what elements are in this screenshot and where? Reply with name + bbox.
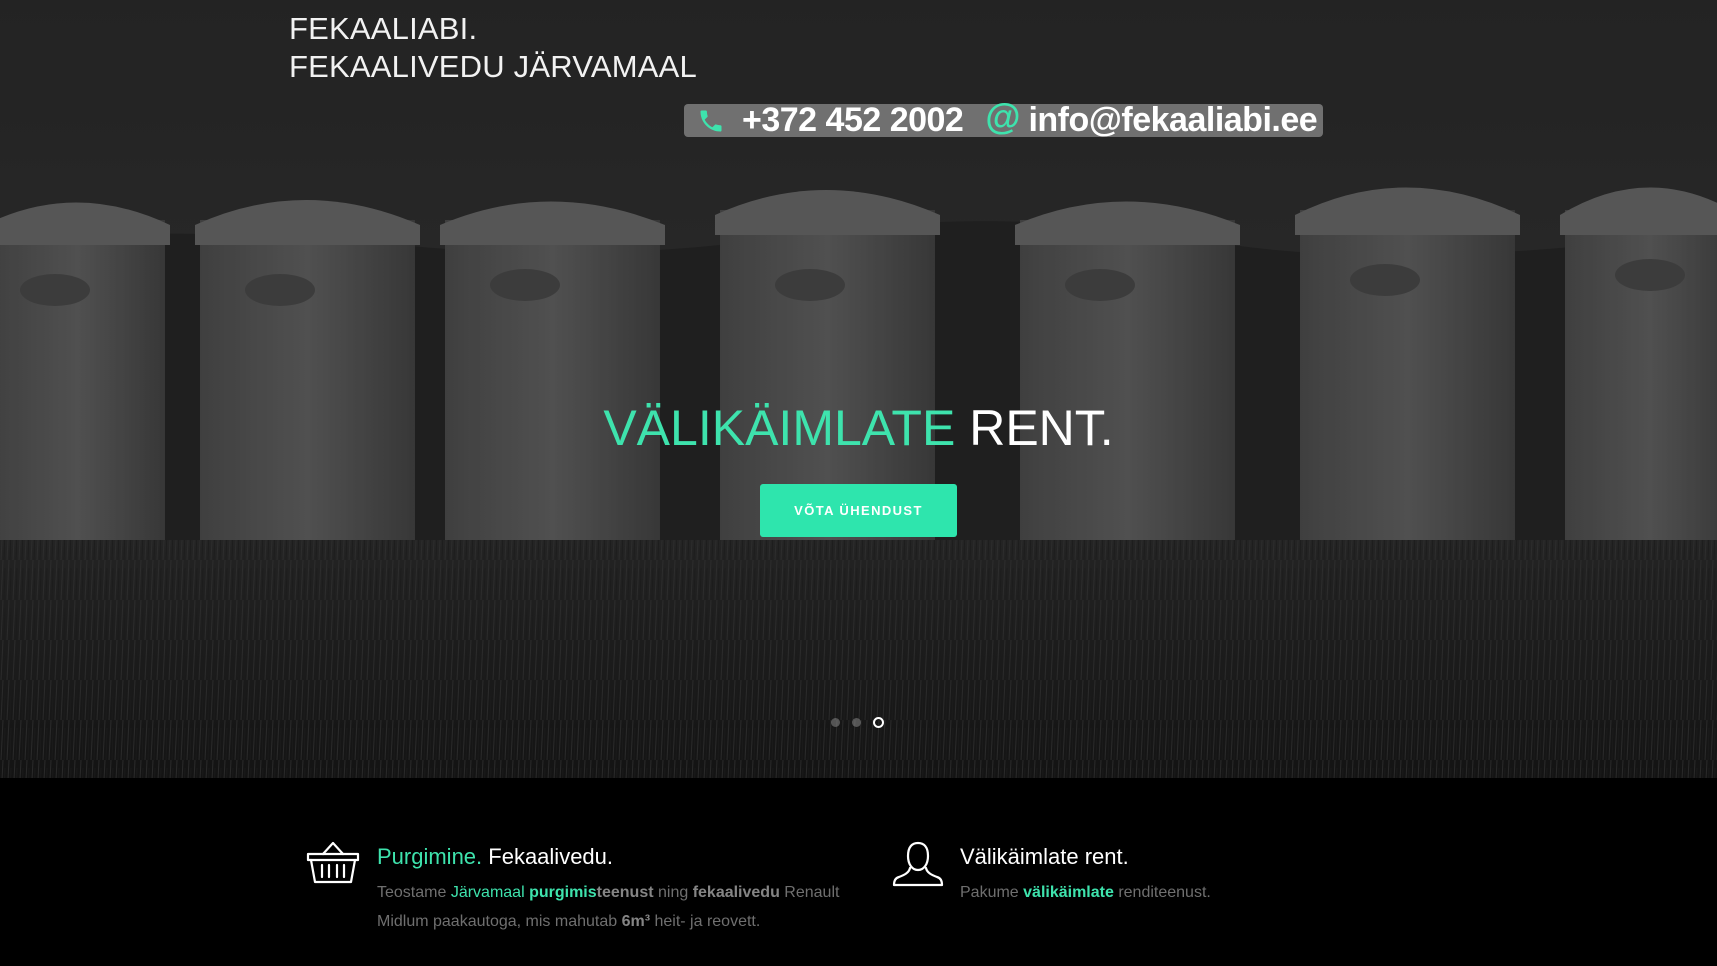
brand-line-2: FEKAALIVEDU JÄRVAMAAL bbox=[289, 49, 697, 84]
text-segment: renditeenust. bbox=[1113, 884, 1211, 901]
text-segment: ning bbox=[653, 884, 693, 901]
text-highlight: purgimis bbox=[529, 884, 597, 901]
slider-dot-1[interactable] bbox=[831, 718, 840, 727]
feature-title-rest: Fekaalivedu. bbox=[482, 844, 614, 869]
feature-content: Välikäimlate rent. Pakume välikäimlate r… bbox=[960, 840, 1211, 907]
brand-line-1: FEKAALIABI. bbox=[289, 11, 478, 46]
slide-headline: VÄLIKÄIMLATE RENT. bbox=[0, 398, 1717, 458]
user-icon bbox=[888, 840, 944, 888]
text-segment: Teostame bbox=[377, 884, 451, 901]
slider-dot-2[interactable] bbox=[852, 718, 861, 727]
site-brand[interactable]: FEKAALIABI. FEKAALIVEDU JÄRVAMAAL bbox=[289, 10, 697, 86]
text-bold: 6m³ bbox=[621, 913, 651, 930]
basket-icon bbox=[305, 840, 361, 888]
features-section: Purgimine. Fekaalivedu. Teostame Järvama… bbox=[0, 778, 1717, 966]
text-bold: teenust bbox=[596, 884, 654, 901]
phone-number[interactable]: +372 452 2002 bbox=[742, 101, 964, 140]
text-segment: heit- ja reovett. bbox=[650, 913, 761, 930]
hero-slider: FEKAALIABI. FEKAALIVEDU JÄRVAMAAL +372 4… bbox=[0, 0, 1717, 778]
feature-title: Purgimine. Fekaalivedu. bbox=[377, 844, 847, 870]
text-highlight: välikäimlate bbox=[1023, 884, 1114, 901]
text-highlight: Järvamaal bbox=[450, 884, 525, 901]
at-icon: @ bbox=[985, 95, 1021, 137]
contact-button[interactable]: VÕTA ÜHENDUST bbox=[760, 484, 957, 537]
page: FEKAALIABI. FEKAALIVEDU JÄRVAMAAL +372 4… bbox=[0, 0, 1717, 966]
feature-purgimine: Purgimine. Fekaalivedu. Teostame Järvama… bbox=[305, 840, 865, 936]
slider-dot-3[interactable] bbox=[873, 717, 884, 728]
feature-content: Purgimine. Fekaalivedu. Teostame Järvama… bbox=[377, 840, 847, 936]
feature-description: Pakume välikäimlate renditeenust. bbox=[960, 878, 1211, 907]
headline-rest: RENT. bbox=[955, 400, 1114, 456]
text-segment: Pakume bbox=[960, 884, 1024, 901]
slider-dots bbox=[831, 717, 884, 728]
feature-title-accent: Purgimine. bbox=[377, 844, 483, 869]
feature-description: Teostame Järvamaal purgimisteenust ning … bbox=[377, 878, 847, 936]
headline-accent: VÄLIKÄIMLATE bbox=[603, 400, 956, 456]
feature-title: Välikäimlate rent. bbox=[960, 844, 1129, 869]
phone-icon bbox=[696, 106, 726, 136]
contact-bar: +372 452 2002 @ info@fekaaliabi.ee bbox=[684, 98, 1324, 140]
text-bold: fekaalivedu bbox=[692, 884, 780, 901]
feature-valikaimlate-rent: Välikäimlate rent. Pakume välikäimlate r… bbox=[888, 840, 1408, 907]
email-address[interactable]: info@fekaaliabi.ee bbox=[1028, 101, 1317, 140]
